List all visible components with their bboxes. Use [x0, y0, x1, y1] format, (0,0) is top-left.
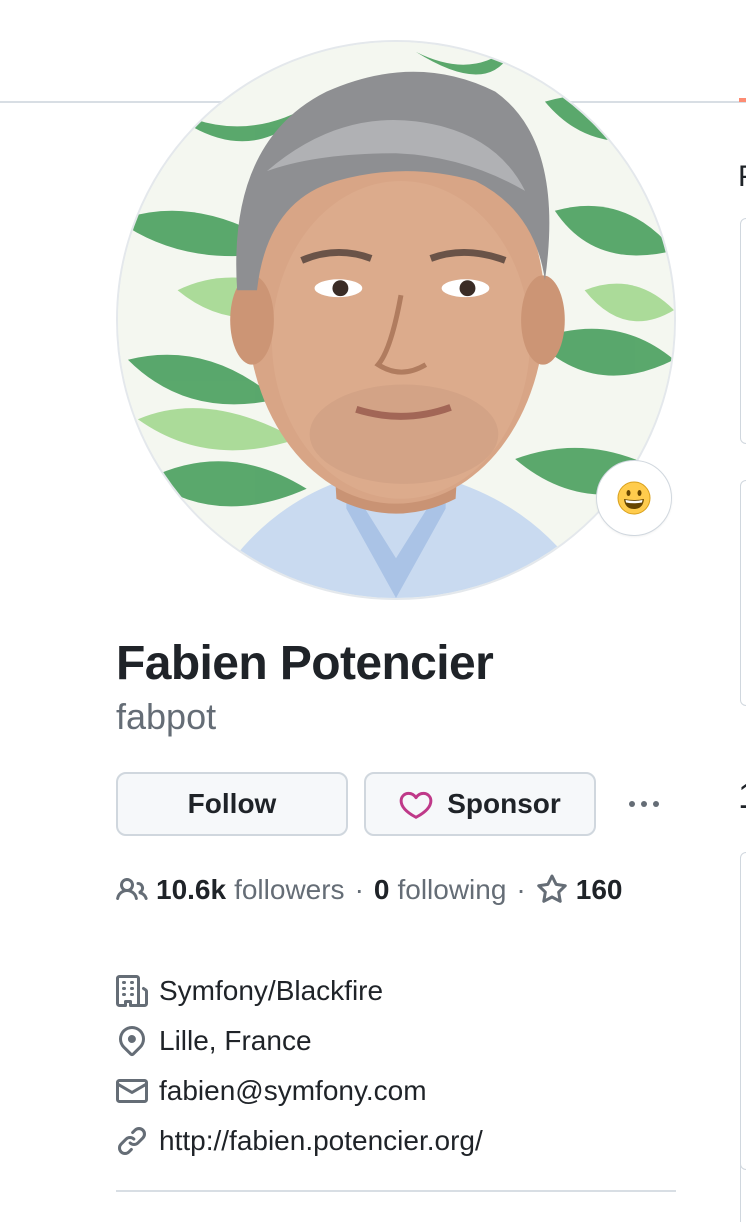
pinned-repo-card[interactable]	[740, 480, 746, 706]
card-border-fragment	[740, 1165, 741, 1222]
stars-link[interactable]: 160	[536, 874, 631, 906]
followers-count: 10.6k	[156, 874, 227, 905]
profile-fullname: Fabien Potencier	[116, 637, 494, 690]
location-icon	[116, 1025, 148, 1057]
dot	[653, 801, 659, 807]
detail-email: fabien@symfony.com	[116, 1066, 483, 1116]
profile-details: Symfony/Blackfire Lille, France fabien@s…	[116, 966, 483, 1166]
email-link[interactable]: fabien@symfony.com	[159, 1075, 427, 1107]
organization-icon	[116, 975, 148, 1007]
followers-label: followers	[234, 874, 345, 905]
stars-count: 160	[575, 874, 623, 905]
sponsor-label: Sponsor	[447, 788, 561, 819]
website-link[interactable]: http://fabien.potencier.org/	[159, 1125, 483, 1157]
star-icon	[536, 874, 568, 906]
kebab-horizontal-icon[interactable]	[620, 784, 668, 824]
link-icon	[116, 1125, 148, 1157]
right-column-count: 1	[738, 775, 746, 817]
followers-link[interactable]: 10.6k followers	[116, 874, 345, 906]
mail-icon	[116, 1075, 148, 1107]
organization-text: Symfony/Blackfire	[159, 975, 384, 1006]
right-column-heading: P	[738, 160, 746, 194]
people-icon	[116, 874, 148, 906]
separator: ·	[516, 874, 526, 905]
following-link[interactable]: 0 following	[374, 874, 507, 906]
status-emoji-button[interactable]	[596, 460, 672, 536]
profile-avatar[interactable]	[116, 40, 676, 600]
avatar-photo	[118, 42, 674, 598]
grinning-face-icon	[617, 481, 651, 515]
section-divider	[116, 1190, 676, 1192]
contribution-card[interactable]	[740, 852, 746, 1170]
dot	[629, 801, 635, 807]
follow-button[interactable]: Follow	[116, 772, 348, 836]
following-count: 0	[373, 874, 390, 905]
detail-location: Lille, France	[116, 1016, 483, 1066]
following-label: following	[397, 874, 507, 905]
separator: ·	[354, 874, 364, 905]
detail-website: http://fabien.potencier.org/	[116, 1116, 483, 1166]
selected-tab-underline	[739, 98, 746, 102]
pinned-repo-card[interactable]	[740, 218, 746, 444]
detail-organization: Symfony/Blackfire	[116, 966, 483, 1016]
sponsor-button[interactable]: Sponsor	[364, 772, 596, 836]
profile-username: fabpot	[116, 696, 217, 737]
location-text: Lille, France	[159, 1025, 312, 1056]
profile-stats: 10.6k followers · 0 following · 160	[116, 866, 630, 914]
dot	[641, 801, 647, 807]
heart-icon	[399, 791, 433, 819]
